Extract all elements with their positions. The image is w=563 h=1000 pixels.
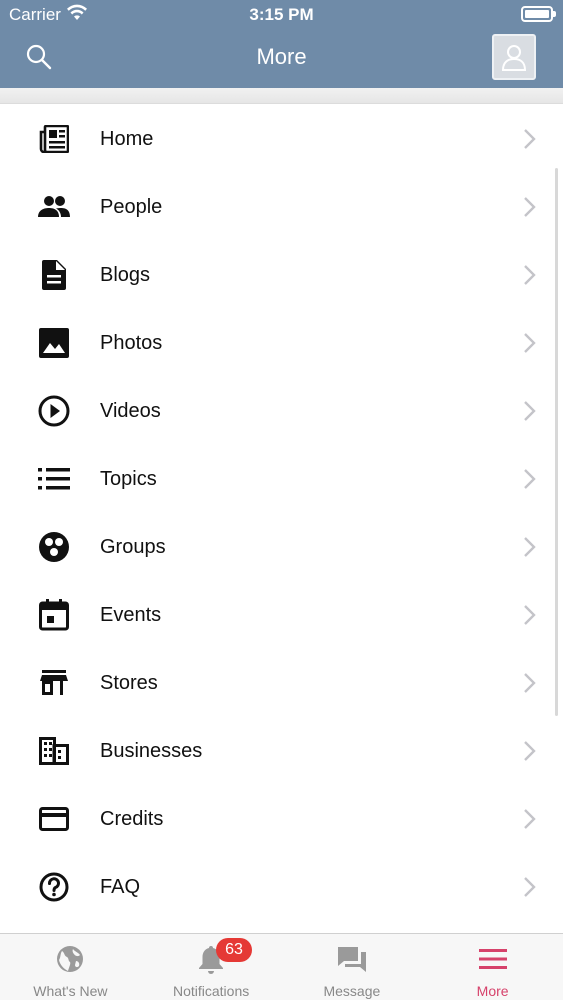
menu-item-topics[interactable]: Topics [0,445,563,513]
chevron-right-icon [523,468,537,490]
tab-whats-new[interactable]: What's New [0,934,141,1000]
menu-item-label: Stores [100,671,158,694]
chevron-right-icon [523,740,537,762]
status-bar: Carrier 3:15 PM [0,0,563,28]
building-icon [38,735,70,767]
newspaper-icon [38,123,70,155]
menu-item-label: Blogs [100,263,151,286]
scrollbar[interactable] [555,168,558,716]
calendar-icon [38,599,70,631]
menu-item-people[interactable]: People [0,173,563,241]
menu-item-photos[interactable]: Photos [0,309,563,377]
menu-item-groups[interactable]: Groups [0,513,563,581]
tab-label: Message [323,983,381,999]
menu-item-blogs[interactable]: Blogs [0,241,563,309]
groups-icon [38,531,70,563]
chevron-right-icon [523,536,537,558]
tab-more[interactable]: More [422,934,563,1000]
tab-label: Notifications [172,983,250,999]
play-circle-icon [38,395,70,427]
chevron-right-icon [523,808,537,830]
chevron-right-icon [523,672,537,694]
tab-notifications[interactable]: Notifications [141,934,282,1000]
chevron-right-icon [523,128,537,150]
menu-item-home[interactable]: Home [0,105,563,173]
chevron-right-icon [523,264,537,286]
menu-item-label: Groups [100,535,166,558]
list-icon [38,463,70,495]
page-title: More [256,44,307,69]
chevron-right-icon [523,876,537,898]
help-circle-icon [38,871,70,903]
globe-icon [55,944,85,974]
people-icon [38,191,70,223]
menu-item-label: Topics [100,467,157,490]
chevron-right-icon [523,332,537,354]
notifications-badge: 63 [216,938,252,962]
menu-item-label: Events [100,603,162,626]
menu-item-label: People [100,195,163,218]
document-icon [38,259,70,291]
chevron-right-icon [523,604,537,626]
tab-message[interactable]: Message [282,934,423,1000]
menu-item-label: Credits [100,807,164,830]
tab-bar: What's New Notifications Message More [0,933,563,1000]
menu-item-stores[interactable]: Stores [0,649,563,717]
menu-item-faq[interactable]: FAQ [0,853,563,921]
tab-label: What's New [33,983,108,999]
header-divider [0,88,563,104]
menu-item-label: FAQ [100,875,141,898]
photo-icon [38,327,70,359]
avatar[interactable] [492,34,536,80]
user-silhouette-icon [501,45,527,71]
menu-item-businesses[interactable]: Businesses [0,717,563,785]
credit-card-icon [38,803,70,835]
chevron-right-icon [523,400,537,422]
menu-item-credits[interactable]: Credits [0,785,563,853]
menu-item-label: Businesses [100,739,203,762]
top-header: Carrier 3:15 PM More [0,0,563,88]
tab-label: More [476,983,509,999]
menu-item-videos[interactable]: Videos [0,377,563,445]
nav-bar: More [0,28,563,88]
menu-item-label: Photos [100,331,163,354]
store-icon [38,667,70,699]
chevron-right-icon [523,196,537,218]
chat-icon [337,944,367,974]
menu-item-label: Videos [100,399,161,422]
menu-item-label: Home [100,127,154,150]
status-time: 3:15 PM [249,5,314,24]
more-menu-list: Home People Blogs Photos Videos Topics G… [0,105,563,921]
battery-icon [521,6,556,22]
menu-icon [478,944,508,974]
menu-item-events[interactable]: Events [0,581,563,649]
